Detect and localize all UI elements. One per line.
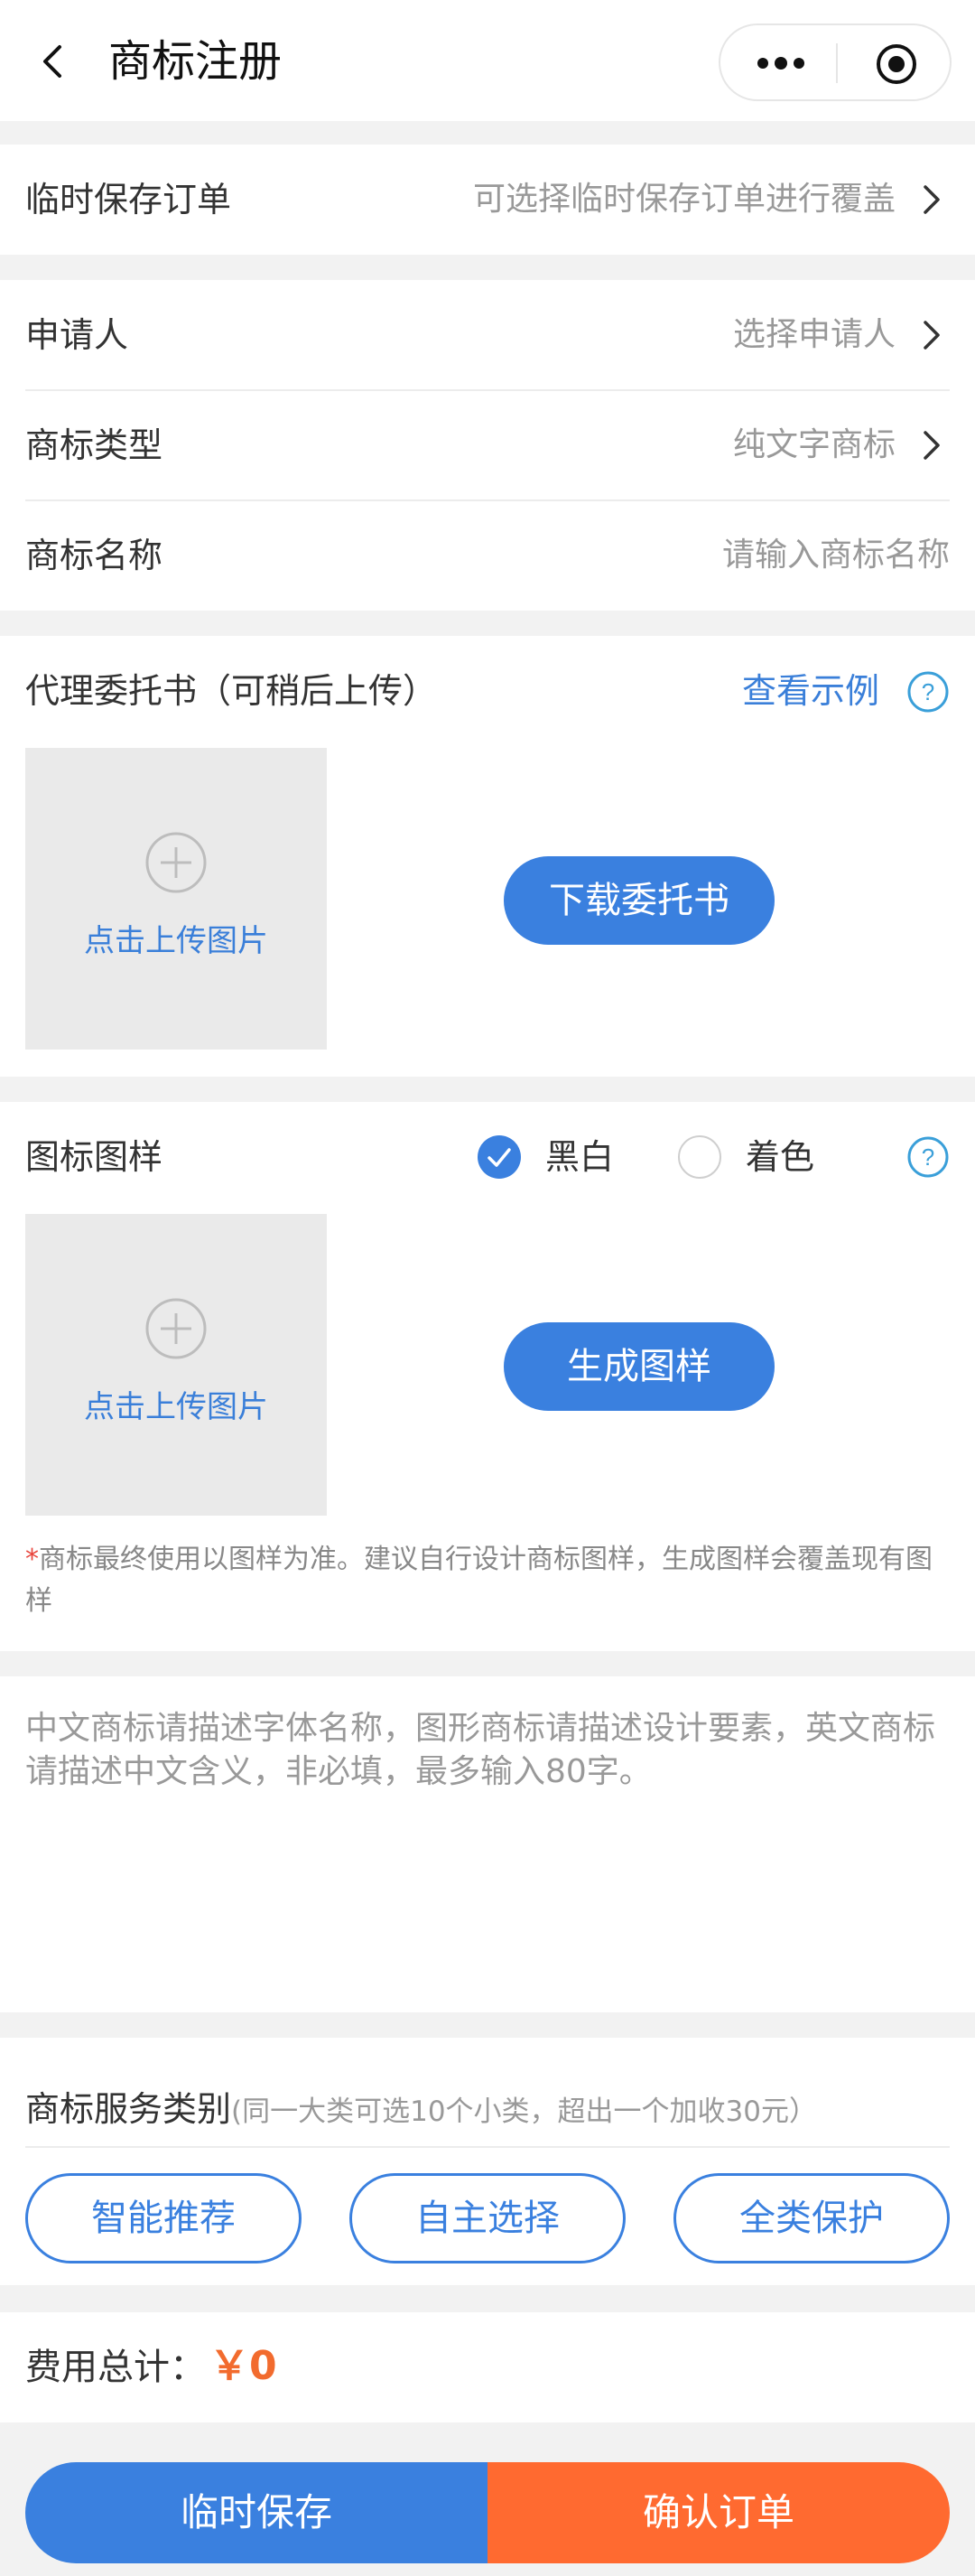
back-arrow-icon[interactable] — [34, 43, 70, 79]
add-image-icon — [145, 832, 207, 893]
required-star: * — [25, 1544, 39, 1575]
trademark-name-input[interactable]: 请输入商标名称 — [722, 500, 950, 611]
trademark-type-value: 纯文字商标 — [732, 426, 896, 463]
option-color-label[interactable]: 着色 — [746, 1134, 814, 1180]
chevron-right-icon — [924, 431, 940, 460]
page-title: 商标注册 — [108, 36, 283, 87]
temp-order-row[interactable]: 临时保存订单 可选择临时保存订单进行覆盖 — [25, 145, 950, 255]
full-protection-button[interactable]: 全类保护 — [673, 2173, 950, 2263]
logo-note-text: 商标最终使用以图样为准。建议自行设计商标图样，生成图样会覆盖现有图样 — [25, 1544, 933, 1617]
trademark-name-label: 商标名称 — [25, 536, 163, 575]
logo-note: *商标最终使用以图样为准。建议自行设计商标图样，生成图样会覆盖现有图样 — [25, 1539, 950, 1622]
nav-bar: 商标注册 — [0, 0, 975, 121]
service-title: 商标服务类别(同一大类可选10个小类，超出一个加收30元） — [25, 2086, 817, 2134]
upload-label: 点击上传图片 — [84, 1389, 268, 1425]
generate-logo-button[interactable]: 生成图样 — [504, 1322, 775, 1411]
description-section: 中文商标请描述字体名称，图形商标请描述设计要素，英文商标请描述中文含义，非必填，… — [0, 1676, 975, 2012]
proxy-upload-box[interactable]: 点击上传图片 — [25, 748, 327, 1050]
close-miniprogram-icon[interactable] — [874, 42, 919, 87]
logo-upload-box[interactable]: 点击上传图片 — [25, 1214, 327, 1516]
logo-title: 图标图样 — [25, 1137, 163, 1177]
svg-text:?: ? — [922, 1143, 934, 1171]
upload-label: 点击上传图片 — [84, 923, 268, 959]
chevron-right-icon — [924, 185, 940, 214]
help-icon[interactable]: ? — [906, 1135, 950, 1179]
self-select-button[interactable]: 自主选择 — [349, 2173, 626, 2263]
radio-unchecked-icon[interactable] — [677, 1134, 722, 1180]
miniprogram-capsule — [719, 23, 952, 101]
confirm-order-button[interactable]: 确认订单 — [488, 2462, 950, 2563]
logo-sample-section: 图标图样 黑白 着色 ? 点击上传图片 生成图样 *商标最终使用以图样为准。建议… — [0, 1102, 975, 1651]
add-image-icon — [145, 1298, 207, 1359]
total-label: 费用总计： — [25, 2347, 206, 2388]
temp-order-section: 临时保存订单 可选择临时保存订单进行覆盖 — [0, 145, 975, 255]
trademark-name-row: 商标名称 请输入商标名称 — [25, 500, 950, 611]
temp-order-label: 临时保存订单 — [25, 180, 232, 219]
temp-order-value: 可选择临时保存订单进行覆盖 — [472, 181, 896, 218]
smart-recommend-button[interactable]: 智能推荐 — [25, 2173, 302, 2263]
divider — [25, 2146, 950, 2148]
service-subtitle: (同一大类可选10个小类，超出一个加收30元） — [231, 2095, 818, 2128]
applicant-label: 申请人 — [25, 315, 129, 355]
capsule-divider — [836, 43, 838, 83]
basic-info-section: 申请人 选择申请人 商标类型 纯文字商标 商标名称 请输入商标名称 — [0, 280, 975, 611]
total-amount: ￥0 — [209, 2343, 277, 2389]
total-section: 费用总计： ￥0 — [0, 2312, 975, 2422]
trademark-type-label: 商标类型 — [25, 425, 163, 465]
service-category-section: 商标服务类别(同一大类可选10个小类，超出一个加收30元） 智能推荐 自主选择 … — [0, 2038, 975, 2285]
proxy-title: 代理委托书（可稍后上传） — [25, 671, 438, 711]
option-bw-label[interactable]: 黑白 — [545, 1134, 614, 1180]
service-title-text: 商标服务类别 — [25, 2089, 232, 2129]
view-example-link[interactable]: 查看示例 — [742, 668, 879, 714]
chevron-right-icon — [924, 321, 940, 350]
description-textarea[interactable]: 中文商标请描述字体名称，图形商标请描述设计要素，英文商标请描述中文含义，非必填，… — [25, 1707, 950, 1794]
applicant-value: 选择申请人 — [732, 316, 896, 353]
more-icon[interactable] — [749, 43, 812, 83]
applicant-row[interactable]: 申请人 选择申请人 — [25, 280, 950, 390]
trademark-type-row[interactable]: 商标类型 纯文字商标 — [25, 390, 950, 500]
download-proxy-button[interactable]: 下载委托书 — [504, 856, 775, 945]
svg-text:?: ? — [922, 678, 934, 705]
temp-save-button[interactable]: 临时保存 — [25, 2462, 488, 2563]
proxy-letter-section: 代理委托书（可稍后上传） 查看示例 ? 点击上传图片 下载委托书 — [0, 636, 975, 1077]
help-icon[interactable]: ? — [906, 670, 950, 714]
radio-checked-icon[interactable] — [477, 1134, 522, 1180]
